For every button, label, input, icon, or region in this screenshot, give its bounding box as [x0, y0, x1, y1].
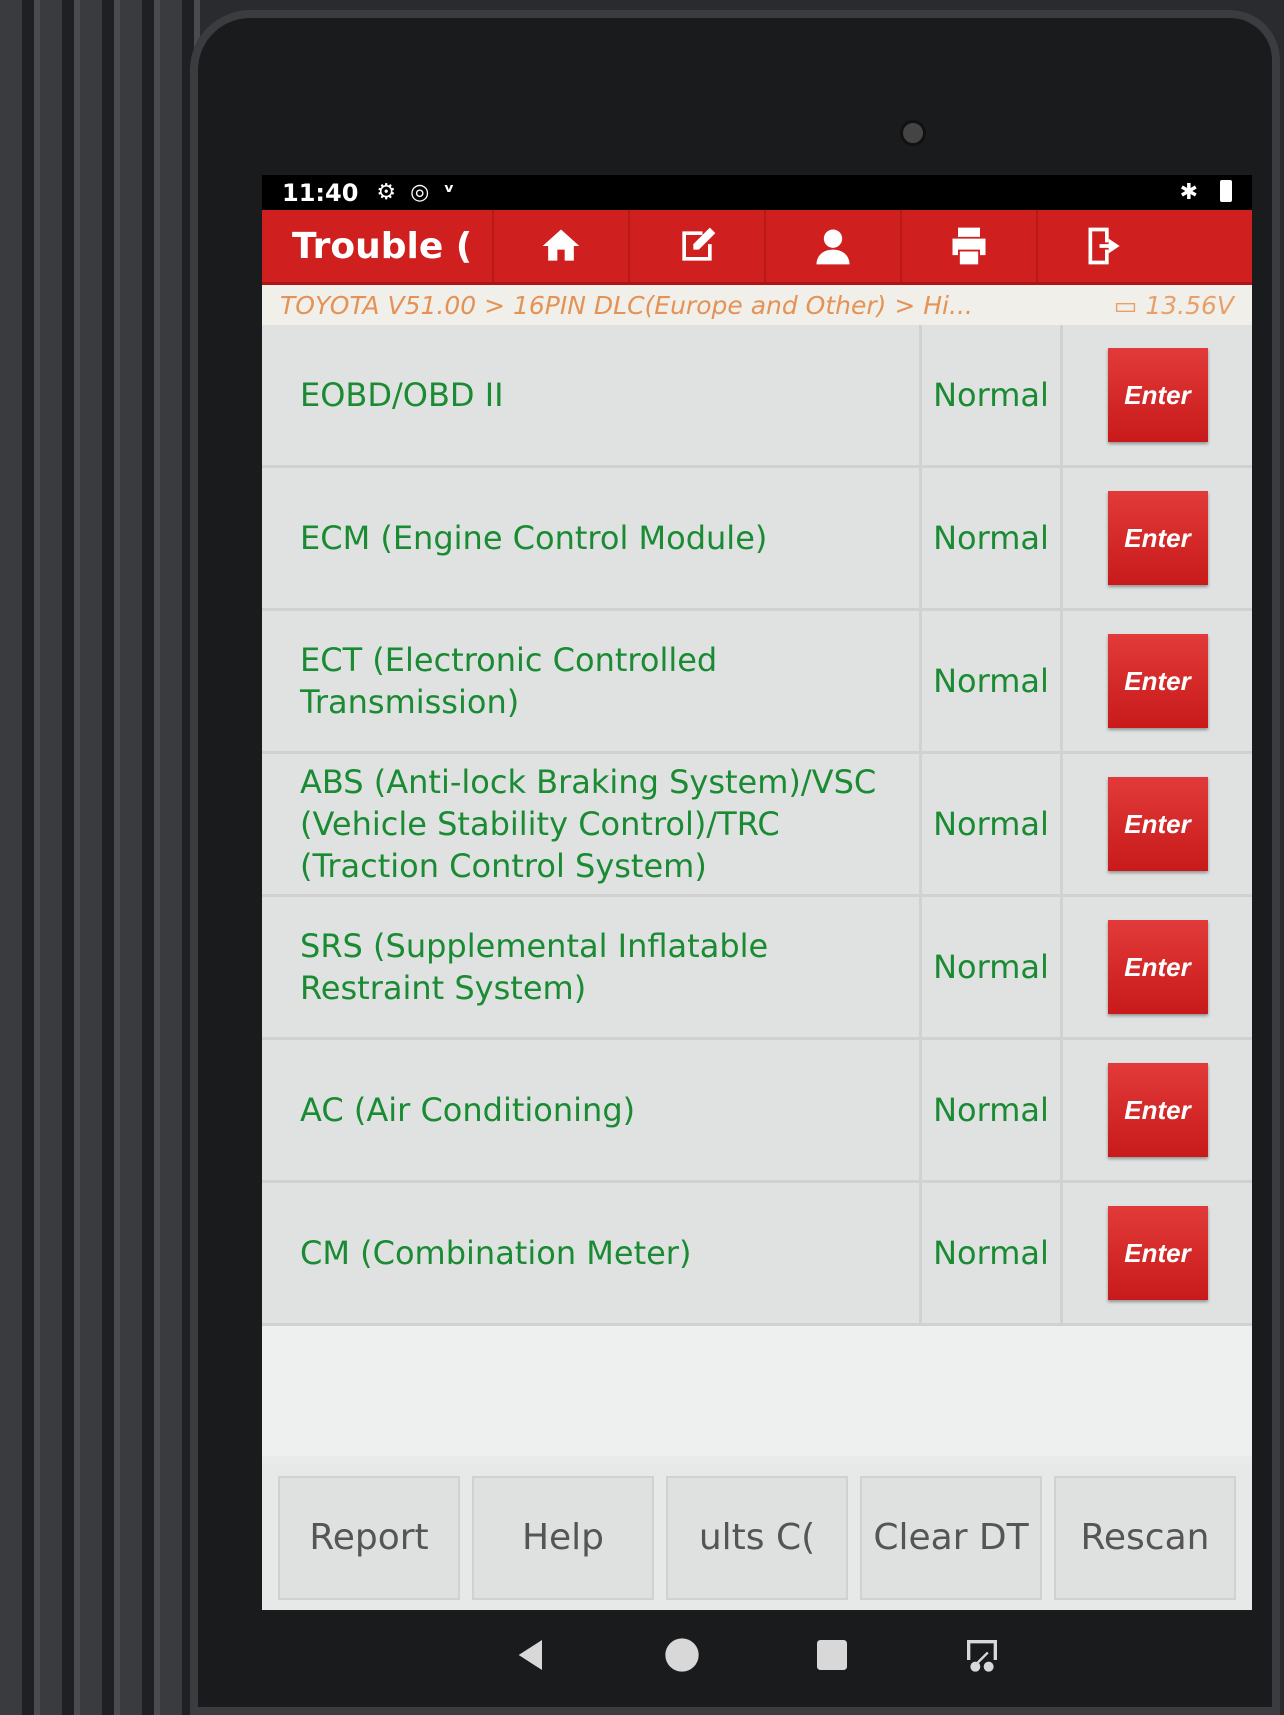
- enter-button[interactable]: Enter: [1107, 491, 1208, 585]
- print-button[interactable]: [900, 210, 1036, 282]
- usb-icon: ᵛ: [443, 180, 455, 205]
- system-status: Normal: [922, 754, 1063, 894]
- system-name: AC (Air Conditioning): [262, 1040, 922, 1180]
- system-list: EOBD/OBD II Normal Enter ECM (Engine Con…: [262, 325, 1252, 1456]
- enter-button[interactable]: Enter: [1107, 1063, 1208, 1157]
- page-title: Trouble (: [292, 225, 473, 267]
- system-row: AC (Air Conditioning) Normal Enter: [262, 1040, 1252, 1183]
- sync-icon: ◎: [410, 180, 430, 205]
- system-row: SRS (Supplemental Inflatable Restraint S…: [262, 897, 1252, 1040]
- list-empty-area: [262, 1326, 1252, 1456]
- home-icon: [542, 229, 580, 261]
- enter-button[interactable]: Enter: [1107, 777, 1208, 871]
- enter-button[interactable]: Enter: [1107, 634, 1208, 728]
- system-status: Normal: [922, 897, 1063, 1037]
- system-row: ECM (Engine Control Module) Normal Enter: [262, 468, 1252, 611]
- app-header: Trouble (: [262, 210, 1252, 285]
- home-circle-icon[interactable]: [662, 1635, 702, 1675]
- status-bar: 11:40 ⚙ ◎ ᵛ ✱: [262, 175, 1252, 210]
- exit-button[interactable]: [1036, 210, 1172, 282]
- system-name: ECM (Engine Control Module): [262, 468, 922, 608]
- system-name: EOBD/OBD II: [262, 325, 922, 465]
- enter-button[interactable]: Enter: [1107, 348, 1208, 442]
- system-status: Normal: [922, 468, 1063, 608]
- system-row: EOBD/OBD II Normal Enter: [262, 325, 1252, 468]
- screenshot-icon[interactable]: [962, 1635, 1002, 1675]
- enter-button[interactable]: Enter: [1107, 920, 1208, 1014]
- system-name: ABS (Anti-lock Braking System)/VSC (Vehi…: [262, 754, 922, 894]
- camera-icon: [900, 120, 926, 146]
- system-name: SRS (Supplemental Inflatable Restraint S…: [262, 897, 922, 1037]
- recents-icon[interactable]: [812, 1635, 852, 1675]
- clear-dtc-button[interactable]: Clear DT: [860, 1475, 1042, 1600]
- system-status: Normal: [922, 611, 1063, 751]
- help-button[interactable]: Help: [472, 1475, 654, 1600]
- home-button[interactable]: [492, 210, 628, 282]
- status-icons: ⚙ ◎ ᵛ: [376, 180, 454, 205]
- user-icon: [816, 229, 850, 265]
- system-status: Normal: [922, 325, 1063, 465]
- device-left-bezel: [0, 0, 200, 1715]
- rescan-button[interactable]: Rescan: [1054, 1475, 1236, 1600]
- battery-voltage-icon: ▭: [1113, 290, 1138, 320]
- android-nav-bar: [262, 1610, 1252, 1700]
- results-button[interactable]: ults C(: [666, 1475, 848, 1600]
- screen: 11:40 ⚙ ◎ ᵛ ✱ Trouble ( TOYOTA V51.00 > …: [262, 175, 1252, 1610]
- settings-icon: ⚙: [376, 180, 397, 205]
- status-right: ✱: [1180, 180, 1232, 205]
- breadcrumb-path: TOYOTA V51.00 > 16PIN DLC(Europe and Oth…: [280, 290, 973, 320]
- clock: 11:40: [282, 178, 359, 207]
- breadcrumb: TOYOTA V51.00 > 16PIN DLC(Europe and Oth…: [262, 285, 1252, 325]
- system-name: CM (Combination Meter): [262, 1183, 922, 1323]
- enter-button[interactable]: Enter: [1107, 1206, 1208, 1300]
- edit-button[interactable]: [628, 210, 764, 282]
- system-row: CM (Combination Meter) Normal Enter: [262, 1183, 1252, 1326]
- system-status: Normal: [922, 1183, 1063, 1323]
- bottom-toolbar: Report Help ults C( Clear DT Rescan: [262, 1465, 1252, 1610]
- edit-icon: [682, 227, 716, 261]
- user-button[interactable]: [764, 210, 900, 282]
- printer-icon: [952, 227, 986, 265]
- system-row: ABS (Anti-lock Braking System)/VSC (Vehi…: [262, 754, 1252, 897]
- system-status: Normal: [922, 1040, 1063, 1180]
- back-icon[interactable]: [512, 1635, 552, 1675]
- voltage-readout: ▭ 13.56V: [1114, 291, 1234, 320]
- system-row: ECT (Electronic Controlled Transmission)…: [262, 611, 1252, 754]
- exit-icon: [1088, 227, 1120, 265]
- report-button[interactable]: Report: [278, 1475, 460, 1600]
- bluetooth-icon: ✱: [1179, 180, 1198, 205]
- voltage-value: 13.56V: [1145, 290, 1234, 320]
- system-name: ECT (Electronic Controlled Transmission): [262, 611, 922, 751]
- battery-icon: [1220, 180, 1232, 202]
